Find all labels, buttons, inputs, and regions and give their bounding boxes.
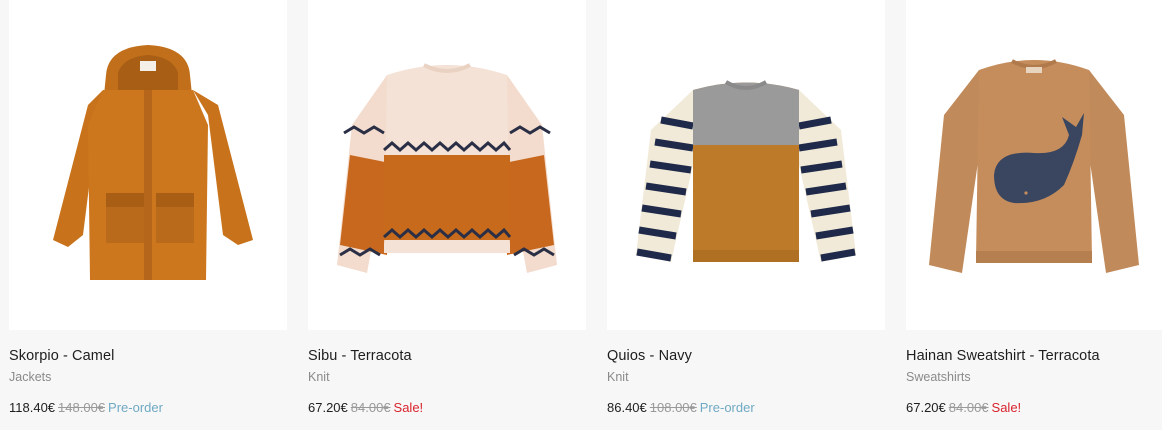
old-price: 84.00€ — [948, 400, 989, 415]
price-row: 67.20€ 84.00€ Sale! — [906, 400, 1021, 415]
product-image[interactable] — [9, 0, 287, 330]
price-row: 67.20€ 84.00€ Sale! — [308, 400, 423, 415]
product-image[interactable] — [607, 0, 885, 330]
camel-hooded-jacket-icon — [53, 45, 253, 280]
old-price: 108.00€ — [649, 400, 697, 415]
product-grid: Skorpio - Camel Jackets 118.40€ 148.00€ Pr… — [9, 0, 1162, 430]
product-card-sibu[interactable]: Sibu - Terracota Knit 67.20€ 84.00€ Sale! — [308, 0, 586, 430]
old-price: 148.00€ — [58, 400, 106, 415]
product-category: Jackets — [9, 370, 52, 384]
price-row: 118.40€ 148.00€ Pre-order — [9, 400, 163, 415]
old-price: 84.00€ — [350, 400, 391, 415]
price-row: 86.40€ 108.00€ Pre-order — [607, 400, 755, 415]
product-category: Knit — [607, 370, 629, 384]
product-image[interactable] — [906, 0, 1162, 330]
product-image[interactable] — [308, 0, 586, 330]
product-name[interactable]: Skorpio - Camel — [9, 348, 114, 364]
sale-badge: Sale! — [991, 400, 1022, 415]
product-category: Sweatshirts — [906, 370, 971, 384]
zigzag-knit-sweater-icon — [337, 63, 557, 273]
product-card-quios[interactable]: Quios - Navy Knit 86.40€ 108.00€ Pre-order — [607, 0, 885, 430]
preorder-badge: Pre-order — [108, 400, 163, 415]
whale-print-sweatshirt-icon — [929, 59, 1139, 273]
striped-sleeve-sweater-icon — [636, 80, 856, 262]
product-card-skorpio[interactable]: Skorpio - Camel Jackets 118.40€ 148.00€ Pr… — [9, 0, 287, 430]
product-card-hainan[interactable]: Hainan Sweatshirt - Terracota Sweatshirt… — [906, 0, 1162, 430]
preorder-badge: Pre-order — [699, 400, 755, 415]
product-name[interactable]: Quios - Navy — [607, 348, 692, 364]
current-price: 86.40€ — [607, 400, 647, 415]
sale-badge: Sale! — [393, 400, 424, 415]
product-name[interactable]: Hainan Sweatshirt - Terracota — [906, 348, 1100, 364]
current-price: 118.40€ — [9, 400, 56, 415]
current-price: 67.20€ — [308, 400, 348, 415]
product-category: Knit — [308, 370, 330, 384]
current-price: 67.20€ — [906, 400, 946, 415]
product-name[interactable]: Sibu - Terracota — [308, 348, 412, 364]
